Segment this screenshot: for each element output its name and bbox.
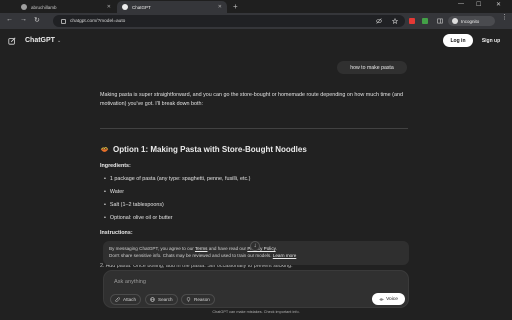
consent-line-2: Don't share sensitive info. Chats may be… [109, 252, 403, 259]
ingredient-item: Water [104, 189, 124, 195]
reason-button[interactable]: Reason [181, 294, 215, 305]
login-button[interactable]: Log in [443, 34, 473, 47]
attach-label: Attach [123, 297, 137, 302]
tab-title: abruchillamb [31, 4, 57, 10]
new-chat-icon[interactable] [8, 37, 16, 45]
incognito-badge[interactable]: Incognito [448, 16, 495, 26]
tab-close-icon[interactable]: ✕ [107, 4, 111, 10]
browser-tab-inactive[interactable]: abruchillamb ✕ [16, 1, 116, 13]
tab-favicon-icon [21, 4, 27, 10]
ingredients-label: Ingredients: [100, 163, 131, 169]
chatgpt-favicon-icon [122, 4, 128, 10]
maximize-button[interactable]: ☐ [476, 1, 481, 8]
browser-tab-strip: abruchillamb ✕ ChatGPT ✕ + — ☐ ✕ [0, 0, 512, 13]
model-selector[interactable]: ChatGPT ⌄ [25, 37, 61, 44]
ingredient-item: Salt (1–2 tablespoons) [104, 202, 164, 208]
side-panel-icon[interactable] [437, 18, 443, 24]
close-window-button[interactable]: ✕ [496, 1, 501, 8]
search-label: Search [158, 297, 173, 302]
section-title: Option 1: Making Pasta with Store-Bought… [113, 145, 307, 154]
search-button[interactable]: Search [145, 294, 178, 305]
minimize-button[interactable]: — [458, 1, 464, 7]
tab-title: ChatGPT [132, 4, 151, 10]
pasta-bowl-icon [100, 146, 109, 152]
lightbulb-icon [186, 297, 191, 302]
consent-text: Don't share sensitive info. Chats may be… [109, 253, 273, 258]
eye-off-icon[interactable] [376, 18, 382, 24]
consent-text: By messaging ChatGPT, you agree to our [109, 246, 195, 251]
paperclip-icon [115, 297, 120, 302]
tab-close-icon[interactable]: ✕ [218, 4, 222, 10]
user-message: how to make pasta [337, 61, 407, 74]
browser-tab-active[interactable]: ChatGPT ✕ [117, 1, 227, 13]
section-heading: Option 1: Making Pasta with Store-Bought… [100, 145, 307, 154]
signup-button[interactable]: Sign up [476, 34, 506, 47]
bookmark-star-icon[interactable] [392, 18, 398, 24]
consent-text: . [275, 246, 277, 251]
address-bar[interactable]: chatgpt.com/?model=auto [53, 15, 405, 27]
section-divider [100, 128, 408, 129]
extension-icon[interactable] [422, 18, 428, 24]
browser-menu-icon[interactable]: ⋮ [501, 14, 508, 21]
new-tab-button[interactable]: + [233, 2, 238, 11]
back-icon[interactable]: ← [6, 16, 13, 23]
composer: Ask anything Attach Search Reason Voice [103, 270, 409, 308]
incognito-icon [452, 18, 458, 24]
ingredient-item: Optional: olive oil or butter [104, 215, 173, 221]
instructions-label: Instructions: [100, 230, 133, 236]
voice-waveform-icon [379, 297, 384, 301]
browser-toolbar: ← → ↻ chatgpt.com/?model=auto Incognito … [0, 13, 512, 29]
assistant-intro: Making pasta is super straightforward, a… [100, 92, 403, 107]
attach-button[interactable]: Attach [110, 294, 142, 305]
reason-label: Reason [194, 297, 210, 302]
incognito-label: Incognito [461, 18, 480, 24]
message-input[interactable]: Ask anything [114, 279, 146, 285]
chevron-down-icon: ⌄ [56, 38, 62, 44]
reload-icon[interactable]: ↻ [34, 16, 40, 24]
learn-more-link[interactable]: Learn more [273, 253, 297, 258]
consent-text: and have read our [207, 246, 248, 251]
brand-title: ChatGPT [25, 37, 55, 44]
scroll-down-icon[interactable]: ↓ [250, 241, 260, 251]
url-text: chatgpt.com/?model=auto [70, 18, 126, 24]
forward-icon[interactable]: → [20, 16, 27, 23]
voice-button[interactable]: Voice [372, 293, 405, 305]
voice-label: Voice [386, 296, 398, 302]
site-info-icon[interactable] [61, 18, 66, 24]
footer-disclaimer: ChatGPT can make mistakes. Check importa… [212, 310, 300, 314]
globe-icon [150, 297, 155, 302]
terms-link[interactable]: Terms [195, 246, 208, 251]
chat-page: ChatGPT ⌄ Log in Sign up how to make past… [0, 29, 512, 320]
extension-icon[interactable] [409, 18, 415, 24]
ingredient-item: 1 package of pasta (any type: spaghetti,… [104, 176, 251, 182]
